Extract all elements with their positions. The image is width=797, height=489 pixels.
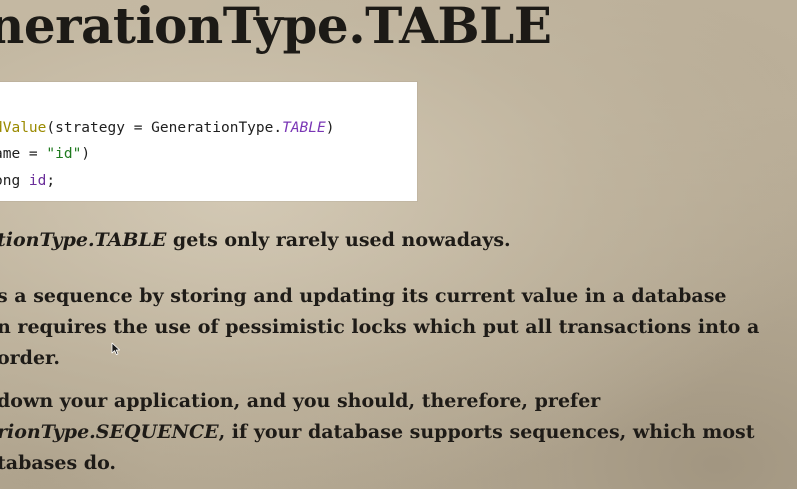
bullet-line: down your application, and you should, t…: [0, 390, 601, 412]
code-text: ): [81, 146, 91, 162]
code-text: ): [325, 120, 335, 136]
code-field: id: [28, 173, 47, 189]
bullet-line: s a sequence by storing and updating its…: [0, 285, 727, 307]
code-line-2: ame = "id"): [0, 146, 90, 162]
code-text: ame =: [0, 146, 38, 162]
bullet-rarely-used: tionType.TABLE gets only rarely used now…: [0, 225, 511, 256]
bullet-text: gets only rarely used nowadays.: [166, 229, 511, 251]
bullet-line: n requires the use of pessimistic locks …: [0, 316, 760, 338]
bullet-italic-term: tionType.TABLE: [0, 229, 167, 251]
code-annotation: dValue: [0, 120, 47, 136]
code-constant: TABLE: [282, 120, 326, 136]
bullet-line: , if your database supports sequences, w…: [218, 421, 755, 443]
code-text: ong: [0, 173, 21, 189]
bullet-prefer-sequence: down your application, and you should, t…: [0, 386, 755, 479]
mouse-pointer-icon: [111, 342, 120, 355]
bullet-line: order.: [0, 347, 60, 369]
presentation-slide: nerationType.TABLE dValue(strategy = Gen…: [0, 0, 797, 489]
code-snippet: dValue(strategy = GenerationType.TABLE) …: [0, 82, 417, 201]
code-line-3: ong id;: [0, 173, 55, 189]
bullet-italic-term: rionType.SEQUENCE: [0, 421, 219, 443]
code-line-1: dValue(strategy = GenerationType.TABLE): [0, 120, 334, 136]
slide-title: nerationType.TABLE: [0, 0, 552, 55]
code-string: "id": [46, 146, 82, 162]
bullet-line: tabases do.: [0, 452, 117, 474]
bullet-pessimistic-locks: s a sequence by storing and updating its…: [0, 281, 759, 374]
code-text: (strategy = GenerationType.: [46, 120, 283, 136]
code-text: ;: [46, 173, 56, 189]
